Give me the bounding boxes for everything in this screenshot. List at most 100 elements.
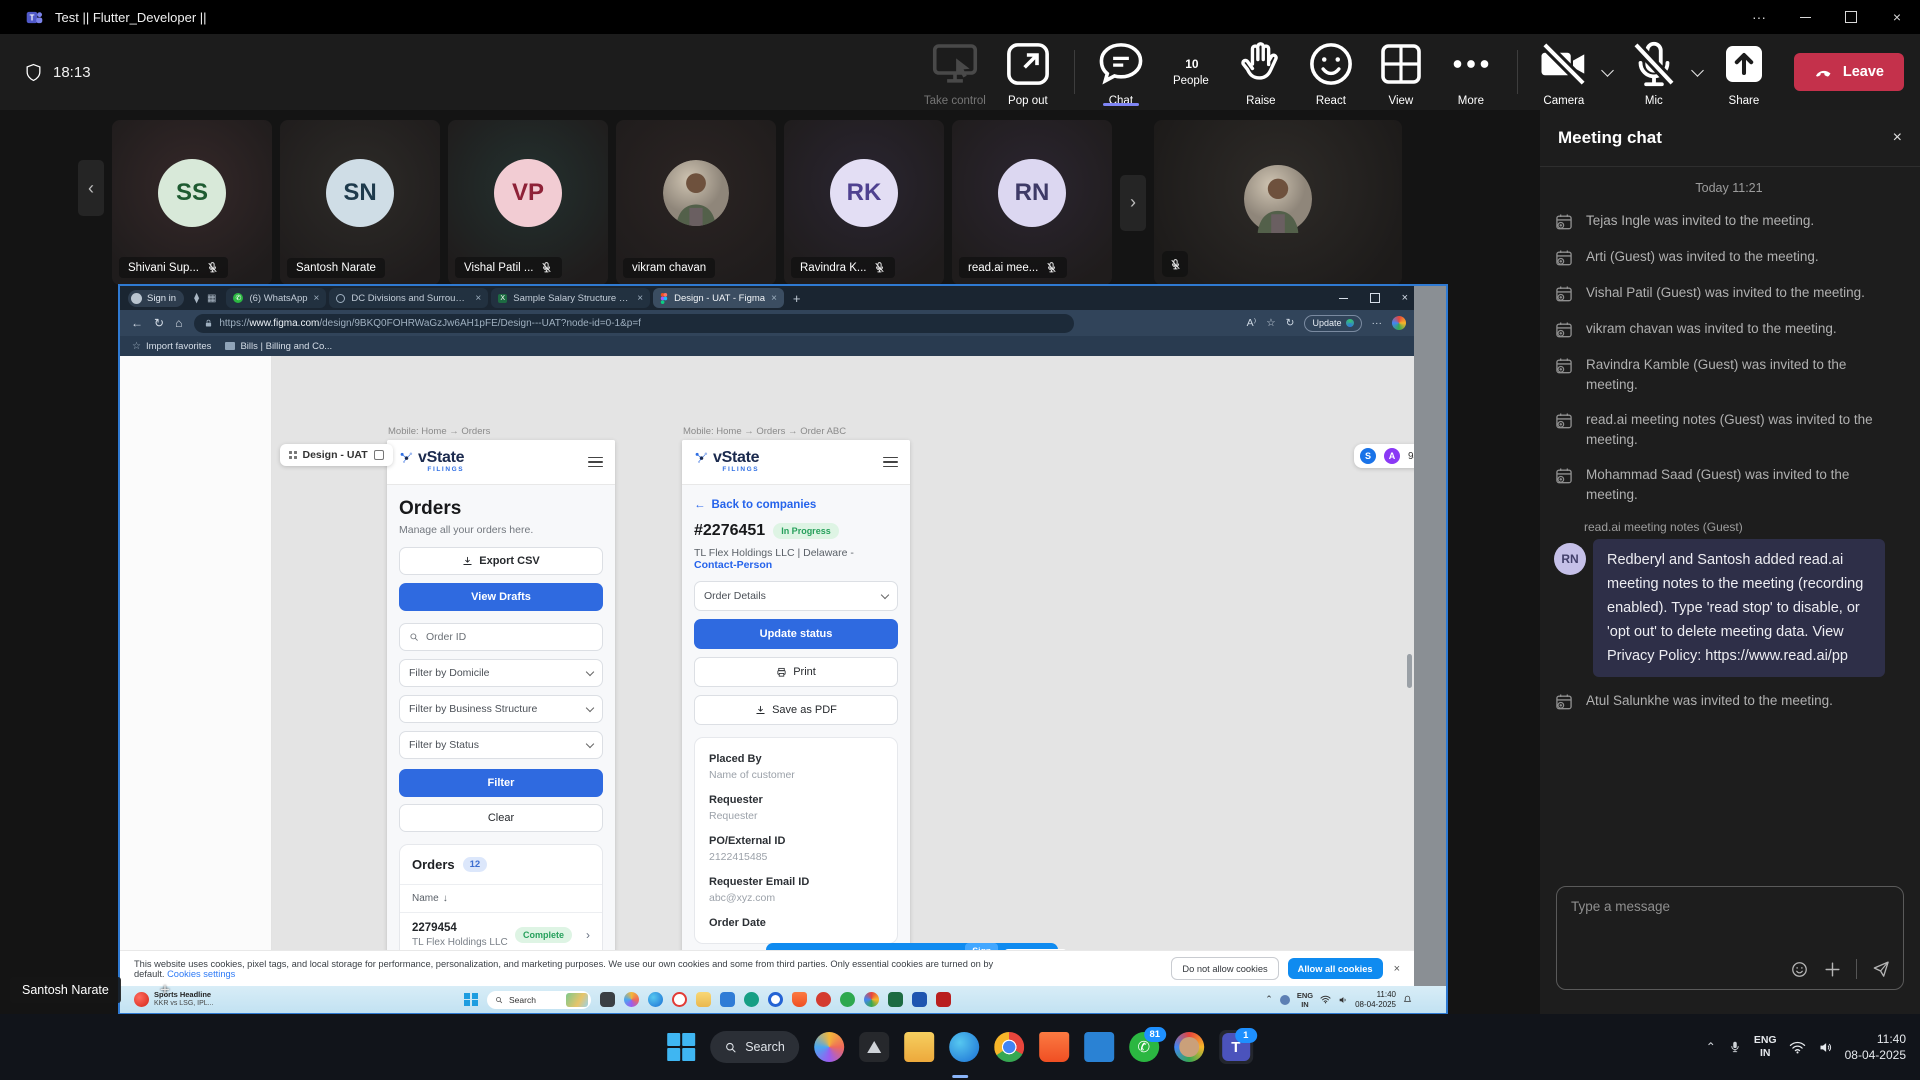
orders-title: Orders	[399, 498, 603, 520]
meeting-timer: 18:13	[24, 63, 91, 82]
allow-cookies-button: Allow all cookies	[1288, 958, 1383, 979]
order-field-po-external-id: PO/External ID2122415485	[709, 835, 883, 863]
participant-tile-read-ai-mee[interactable]: RNread.ai mee...	[952, 120, 1112, 285]
chat-input[interactable]	[1557, 887, 1903, 943]
avatar	[131, 293, 142, 304]
cookies-settings-link: Cookies settings	[167, 969, 235, 979]
history-icon: ↻	[1286, 317, 1295, 329]
view-button[interactable]: View	[1367, 37, 1435, 107]
people-button[interactable]: 10 People	[1157, 37, 1225, 107]
file-explorer-icon[interactable]	[904, 1032, 934, 1062]
figma-file-chip: Design - UAT	[280, 444, 393, 466]
app-icon[interactable]	[859, 1032, 889, 1062]
chat-button[interactable]: Chat	[1087, 37, 1155, 107]
chat-close-icon[interactable]: ×	[1893, 129, 1902, 147]
status-badge: In Progress	[773, 523, 839, 539]
remote-search-box: Search	[487, 991, 591, 1009]
order-details-select: Order Details	[694, 581, 898, 611]
vstate-logo: vStateFILINGS	[399, 450, 464, 474]
calendar-invite-icon	[1554, 320, 1574, 340]
order-info-card: Placed ByName of customerRequesterReques…	[694, 737, 898, 944]
share-button[interactable]: Share	[1710, 37, 1778, 107]
vscode-icon[interactable]	[1084, 1032, 1114, 1062]
pop-out-button[interactable]: Pop out	[994, 37, 1062, 107]
react-button[interactable]: React	[1297, 37, 1365, 107]
search-icon	[409, 632, 419, 642]
brave-icon[interactable]	[1039, 1032, 1069, 1062]
chat-date-separator: Today 11:21	[1554, 181, 1904, 195]
whatsapp-icon[interactable]: ✆81	[1129, 1032, 1159, 1062]
volume-icon[interactable]	[1818, 1040, 1833, 1055]
frame1-label: Mobile: Home → Orders	[388, 426, 490, 437]
language-indicator[interactable]: ENGIN	[1754, 1034, 1777, 1060]
attach-plus-icon[interactable]	[1823, 960, 1842, 979]
planner-icon	[744, 992, 759, 1007]
order-field-requester: RequesterRequester	[709, 794, 883, 822]
filter-select-filter-by-domicile: Filter by Domicile	[399, 659, 603, 687]
start-button[interactable]	[667, 1033, 695, 1061]
grid-icon	[289, 451, 297, 459]
mic-button[interactable]: Mic	[1620, 37, 1688, 107]
browser-profile-icon[interactable]	[1174, 1032, 1204, 1062]
tab-close-icon: ×	[314, 293, 320, 304]
tray-chevron-icon[interactable]: ⌃	[1706, 1040, 1716, 1054]
orders-list-card: Orders 12 Name ↓ 2279454TL Flex Holdings…	[399, 844, 603, 950]
news-icon	[134, 992, 149, 1007]
participant-tile-santosh-narate[interactable]: SNSantosh Narate	[280, 120, 440, 285]
participant-tile-ravindra-k[interactable]: RKRavindra K...	[784, 120, 944, 285]
teams-logo-icon: T	[26, 9, 43, 26]
chat-event-message: Vishal Patil (Guest) was invited to the …	[1554, 283, 1904, 304]
window-title: Test || Flutter_Developer ||	[55, 10, 207, 25]
chrome-icon[interactable]	[994, 1032, 1024, 1062]
teams-taskbar-item[interactable]: T1	[1219, 1030, 1253, 1064]
save-as-pdf-button: Save as PDF	[694, 695, 898, 725]
camera-options-chevron[interactable]	[1598, 37, 1618, 107]
wifi-icon[interactable]	[1789, 1041, 1806, 1054]
filmstrip-scroll-left[interactable]: ‹	[78, 160, 104, 216]
participant-tile-vishal-patil[interactable]: VPVishal Patil ...	[448, 120, 608, 285]
opera-icon	[672, 992, 687, 1007]
maximize-button[interactable]	[1828, 0, 1874, 34]
take-control-button: Take control	[918, 37, 992, 107]
close-button[interactable]: ×	[1874, 0, 1920, 34]
taskbar-search[interactable]: Search	[710, 1031, 799, 1063]
figma-signup-banner: Sign up to comment, edit, inspect and mo…	[766, 943, 1058, 950]
avatar: RN	[998, 159, 1066, 227]
clock[interactable]: 11:40 08-04-2025	[1845, 1031, 1906, 1063]
filmstrip-scroll-right[interactable]: ›	[1120, 175, 1146, 231]
emoji-icon[interactable]	[1790, 960, 1809, 979]
minimize-button[interactable]	[1782, 0, 1828, 34]
chat-input-box[interactable]	[1556, 886, 1904, 990]
frame2-label: Mobile: Home → Orders → Order ABC	[683, 426, 846, 437]
chat-event-message: Tejas Ingle was invited to the meeting.	[1554, 211, 1904, 232]
participant-tile-shivani-sup[interactable]: SSShivani Sup...	[112, 120, 272, 285]
search-icon	[724, 1041, 737, 1054]
back-to-companies-link: ← Back to companies	[694, 499, 898, 511]
raise-hand-button[interactable]: Raise	[1227, 37, 1295, 107]
participant-tile-vikram-chavan[interactable]: vikram chavan	[616, 120, 776, 285]
edge-icon[interactable]	[949, 1032, 979, 1062]
mic-options-chevron[interactable]	[1688, 37, 1708, 107]
cookie-close-icon: ×	[1394, 963, 1400, 975]
copilot-icon[interactable]	[814, 1032, 844, 1062]
order-id-search: Order ID	[399, 623, 603, 651]
home-icon: ⌂	[175, 316, 182, 330]
browser-update-button: Update	[1304, 315, 1361, 332]
spotlight-tile[interactable]	[1154, 120, 1402, 285]
order-field-requester-email-id: Requester Email IDabc@xyz.com	[709, 876, 883, 904]
avatar	[662, 159, 730, 227]
mobile-frame-order-detail: vStateFILINGS ← Back to companies #22764…	[682, 440, 910, 950]
figma-canvas: Mobile: Home → Orders Mobile: Home → Ord…	[272, 356, 1414, 950]
avatar: VP	[494, 159, 562, 227]
more-button[interactable]: More	[1437, 37, 1505, 107]
send-icon[interactable]	[1871, 959, 1891, 979]
camera-button[interactable]: Camera	[1530, 37, 1598, 107]
leave-button[interactable]: Leave	[1794, 53, 1904, 91]
calendar-invite-icon	[1554, 692, 1574, 712]
tab-close-icon: ×	[637, 293, 643, 304]
mic-tray-icon[interactable]	[1728, 1040, 1742, 1054]
window-more-icon[interactable]: ···	[1736, 0, 1782, 34]
mic-muted-icon	[1045, 261, 1058, 274]
google-icon	[864, 992, 879, 1007]
sender-avatar: RN	[1554, 543, 1586, 575]
